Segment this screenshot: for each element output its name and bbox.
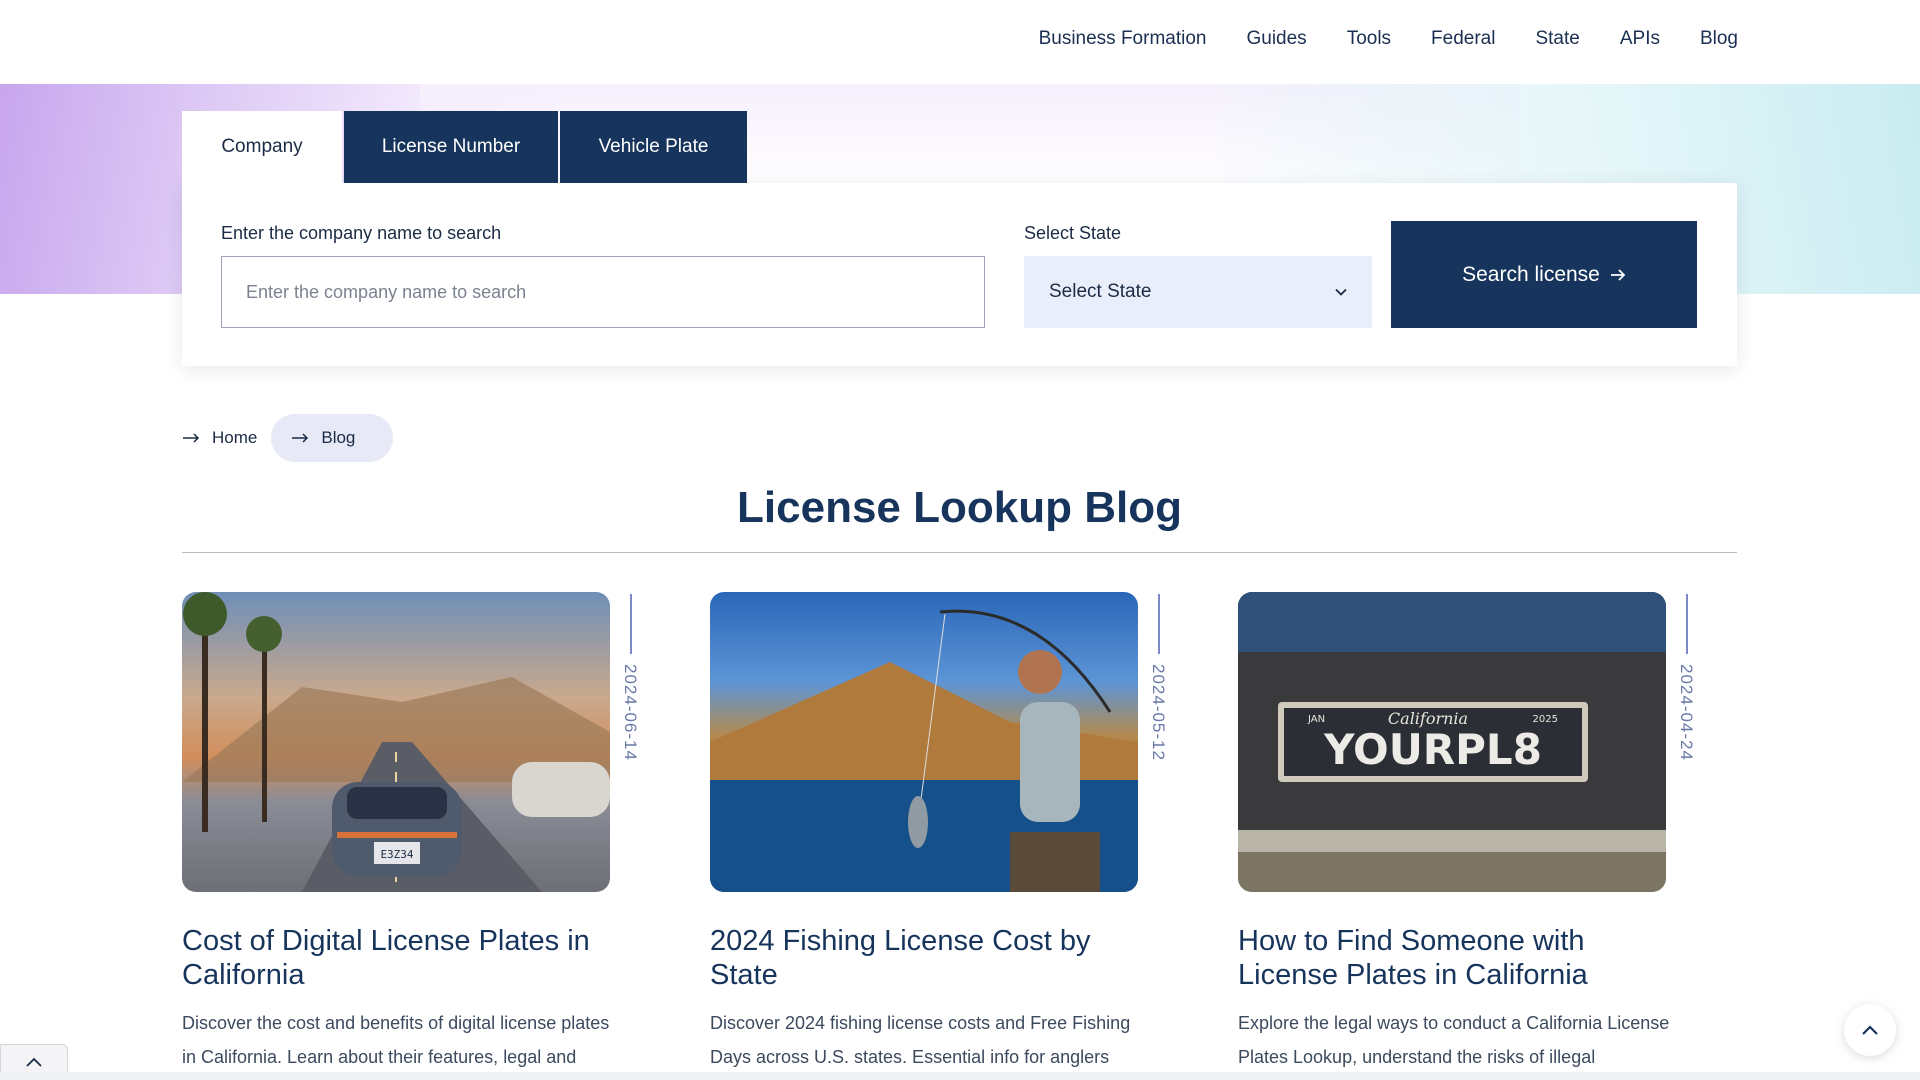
post-excerpt: Discover 2024 fishing license costs and … xyxy=(710,1013,1131,1067)
nav-menu: Business Formation Guides Tools Federal … xyxy=(1039,28,1738,50)
chevron-up-icon xyxy=(26,1057,42,1067)
nav-item-guides[interactable]: Guides xyxy=(1246,28,1306,50)
date-line xyxy=(1686,594,1688,654)
breadcrumb: Home Blog xyxy=(182,414,394,462)
nav-item-tools[interactable]: Tools xyxy=(1347,28,1391,50)
post-excerpt: Explore the legal ways to conduct a Cali… xyxy=(1238,1013,1670,1067)
post-image-license-plate[interactable]: JAN California 2025 YOURPL8 xyxy=(1238,592,1666,892)
post-image-digital-plate-car[interactable]: E3Z34 xyxy=(182,592,610,892)
plate-year: 2025 xyxy=(1533,714,1558,725)
fishing-illustration xyxy=(710,609,1138,892)
company-search-input[interactable] xyxy=(221,256,985,328)
car-road-illustration: E3Z34 xyxy=(182,592,610,892)
post-excerpt: Discover the cost and benefits of digita… xyxy=(182,1013,610,1067)
post-title[interactable]: How to Find Someone with License Plates … xyxy=(1238,924,1688,992)
blog-card: E3Z34 2024-06-14 Cost of Digital License… xyxy=(182,592,652,1074)
search-license-label: Search license xyxy=(1462,262,1600,286)
breadcrumb-blog-label: Blog xyxy=(321,428,356,447)
company-field-label: Enter the company name to search xyxy=(221,223,502,243)
plate-number: YOURPL8 xyxy=(1323,725,1542,774)
tab-company[interactable]: Company xyxy=(182,111,342,183)
post-date: 2024-04-24 xyxy=(1677,664,1696,761)
post-title[interactable]: Cost of Digital License Plates in Califo… xyxy=(182,924,632,992)
breadcrumb-blog[interactable]: Blog xyxy=(271,414,394,462)
state-field-label: Select State xyxy=(1024,223,1122,243)
post-date: 2024-05-12 xyxy=(1149,664,1168,761)
arrow-right-icon xyxy=(292,433,309,443)
state-select[interactable]: Select State xyxy=(1024,256,1372,328)
post-date: 2024-06-14 xyxy=(621,664,640,761)
breadcrumb-home-label: Home xyxy=(212,428,258,447)
state-select-value: Select State xyxy=(1049,281,1152,302)
arrow-right-icon xyxy=(1610,268,1626,281)
nav-item-apis[interactable]: APIs xyxy=(1620,28,1660,50)
page-title: License Lookup Blog xyxy=(737,483,1182,532)
chevron-down-icon xyxy=(1335,288,1347,296)
chevron-up-icon xyxy=(1862,1025,1878,1035)
search-tabs: Company License Number Vehicle Plate xyxy=(182,111,747,183)
arrow-right-icon xyxy=(183,433,200,443)
nav-item-business-formation[interactable]: Business Formation xyxy=(1039,28,1207,50)
plate-month: JAN xyxy=(1307,714,1325,725)
search-panel: Enter the company name to search Select … xyxy=(182,183,1737,366)
nav-item-federal[interactable]: Federal xyxy=(1431,28,1495,50)
tab-vehicle-plate[interactable]: Vehicle Plate xyxy=(560,111,747,183)
search-license-button[interactable]: Search license xyxy=(1391,221,1697,328)
blog-card: JAN California 2025 YOURPL8 2024-04-24 H… xyxy=(1238,592,1708,1074)
nav-item-state[interactable]: State xyxy=(1535,28,1579,50)
scroll-to-top-button[interactable] xyxy=(1844,1004,1896,1056)
date-line xyxy=(630,594,632,654)
date-line xyxy=(1158,594,1160,654)
breadcrumb-home[interactable]: Home xyxy=(182,414,257,462)
title-divider xyxy=(182,552,1737,553)
car-plate-text: E3Z34 xyxy=(380,848,413,861)
nav-item-blog[interactable]: Blog xyxy=(1700,28,1738,50)
license-plate-illustration: JAN California 2025 YOURPL8 xyxy=(1238,592,1666,892)
top-navigation: Business Formation Guides Tools Federal … xyxy=(0,0,1920,84)
blog-card: 2024-05-12 2024 Fishing License Cost by … xyxy=(710,592,1180,1080)
tab-license-number[interactable]: License Number xyxy=(344,111,558,183)
post-image-fishing[interactable] xyxy=(710,592,1138,892)
bottom-bar xyxy=(0,1072,1920,1080)
post-title[interactable]: 2024 Fishing License Cost by State xyxy=(710,924,1160,992)
